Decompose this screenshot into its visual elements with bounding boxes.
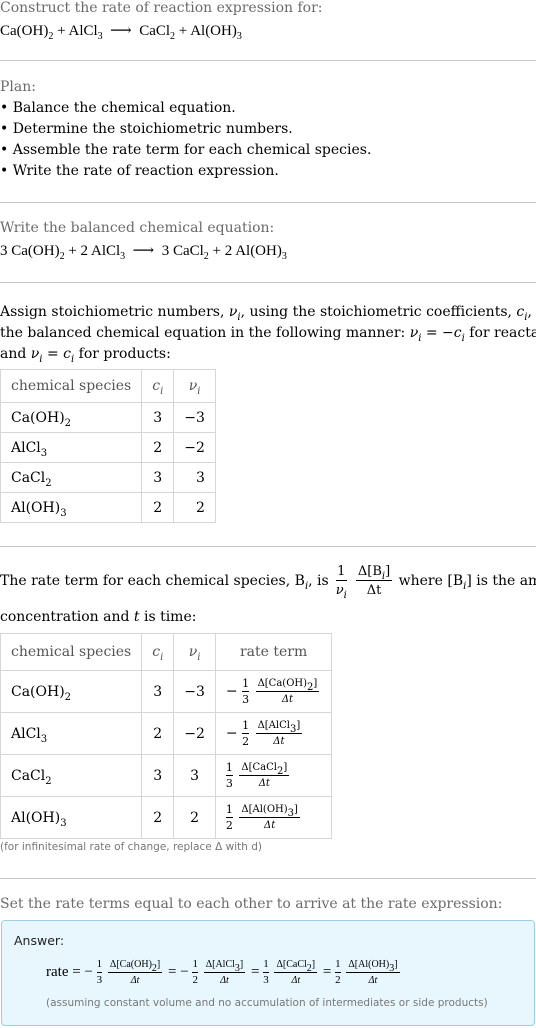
- table-header-row: chemical species ci νi: [0, 369, 216, 403]
- species-cell: Al(OH)3: [0, 796, 143, 839]
- infinitesimal-note: (for infinitesimal rate of change, repla…: [0, 841, 262, 853]
- rate-term-text-line2: concentration and t is time:: [0, 609, 197, 625]
- stoich-text-line2: the balanced chemical equation in the fo…: [0, 325, 536, 344]
- col-species: chemical species: [0, 369, 143, 403]
- stoich-text-line1: Assign stoichiometric numbers, νi, using…: [0, 304, 536, 323]
- col-species: chemical species: [0, 633, 143, 671]
- table-row: CaCl2 3 3: [0, 462, 216, 493]
- nu-cell: −2: [173, 712, 216, 755]
- table-row: Al(OH)3 2 2 12 Δ[Al(OH)3] Δt: [0, 796, 333, 839]
- c-cell: 3: [141, 402, 175, 433]
- balanced-equation: 3 Ca(OH)2 + 2 AlCl3 ⟶ 3 CaCl2 + 2 Al(OH)…: [0, 243, 287, 262]
- arrow-icon: ⟶: [110, 23, 132, 39]
- rate-expression: rate = − 13 Δ[Ca(OH)2] Δt = − 12 Δ[AlCl3]…: [46, 958, 400, 986]
- balanced-heading: Write the balanced chemical equation:: [0, 220, 275, 236]
- col-c: ci: [141, 369, 175, 403]
- col-nu: νi: [173, 633, 216, 671]
- divider: [0, 60, 536, 61]
- nu-cell: 3: [173, 462, 216, 493]
- plan-item: • Balance the chemical equation.: [0, 100, 236, 116]
- species-cell: AlCl3: [0, 432, 143, 463]
- rate-term-text-line1: The rate term for each chemical species,…: [0, 564, 536, 601]
- nu-cell: 2: [173, 796, 216, 839]
- col-c: ci: [141, 633, 175, 671]
- answer-label: Answer:: [14, 933, 65, 948]
- rate-term-cell: − 12 Δ[AlCl3] Δt: [214, 712, 333, 755]
- nu-cell: −2: [173, 432, 216, 463]
- species-cell: AlCl3: [0, 712, 143, 755]
- c-cell: 2: [141, 796, 175, 839]
- divider: [0, 878, 536, 879]
- species-cell: Ca(OH)2: [0, 670, 143, 713]
- c-cell: 3: [141, 670, 175, 713]
- nu-cell: −3: [173, 402, 216, 433]
- intro-heading: Construct the rate of reaction expressio…: [0, 0, 323, 16]
- nu-cell: −3: [173, 670, 216, 713]
- plan-item: • Write the rate of reaction expression.: [0, 163, 279, 179]
- final-heading: Set the rate terms equal to each other t…: [0, 896, 503, 912]
- col-rate-term: rate term: [214, 633, 333, 671]
- stoich-table: chemical species ci νi Ca(OH)2 3 −3 AlCl…: [0, 369, 216, 523]
- answer-box: Answer: rate = − 13 Δ[Ca(OH)2] Δt = − 12 …: [1, 920, 535, 1026]
- table-header-row: chemical species ci νi rate term: [0, 633, 333, 671]
- fraction: Δ[Bi] Δt: [355, 564, 393, 598]
- rate-term-cell: 13 Δ[CaCl2] Δt: [214, 754, 333, 797]
- nu-cell: 3: [173, 754, 216, 797]
- species-cell: CaCl2: [0, 754, 143, 797]
- divider: [0, 546, 536, 547]
- fraction: 1 νi: [335, 564, 347, 601]
- species-cell: CaCl2: [0, 462, 143, 493]
- plan-heading: Plan:: [0, 79, 36, 95]
- c-cell: 3: [141, 462, 175, 493]
- rate-term-cell: 12 Δ[Al(OH)3] Δt: [214, 796, 333, 839]
- species-cell: Al(OH)3: [0, 492, 143, 523]
- plan-item: • Assemble the rate term for each chemic…: [0, 142, 372, 158]
- reaction-equation: Ca(OH)2 + AlCl3 ⟶ CaCl2 + Al(OH)3: [0, 23, 242, 42]
- c-cell: 2: [141, 432, 175, 463]
- arrow-icon: ⟶: [132, 243, 155, 259]
- rate-term-cell: − 13 Δ[Ca(OH)2] Δt: [214, 670, 333, 713]
- table-row: Al(OH)3 2 2: [0, 492, 216, 523]
- species-cell: Ca(OH)2: [0, 402, 143, 433]
- c-cell: 2: [141, 712, 175, 755]
- rate-table: chemical species ci νi rate term Ca(OH)2…: [0, 633, 333, 839]
- plan-item: • Determine the stoichiometric numbers.: [0, 121, 293, 137]
- table-row: AlCl3 2 −2: [0, 432, 216, 463]
- table-row: CaCl2 3 3 13 Δ[CaCl2] Δt: [0, 754, 333, 797]
- divider: [0, 282, 536, 283]
- col-nu: νi: [173, 369, 216, 403]
- table-row: Ca(OH)2 3 −3 − 13 Δ[Ca(OH)2] Δt: [0, 670, 333, 713]
- table-row: AlCl3 2 −2 − 12 Δ[AlCl3] Δt: [0, 712, 333, 755]
- divider: [0, 202, 536, 203]
- c-cell: 3: [141, 754, 175, 797]
- c-cell: 2: [141, 492, 175, 523]
- assumption-note: (assuming constant volume and no accumul…: [46, 997, 488, 1009]
- table-row: Ca(OH)2 3 −3: [0, 402, 216, 433]
- nu-cell: 2: [173, 492, 216, 523]
- stoich-text-line3: and νi = ci for products:: [0, 346, 171, 365]
